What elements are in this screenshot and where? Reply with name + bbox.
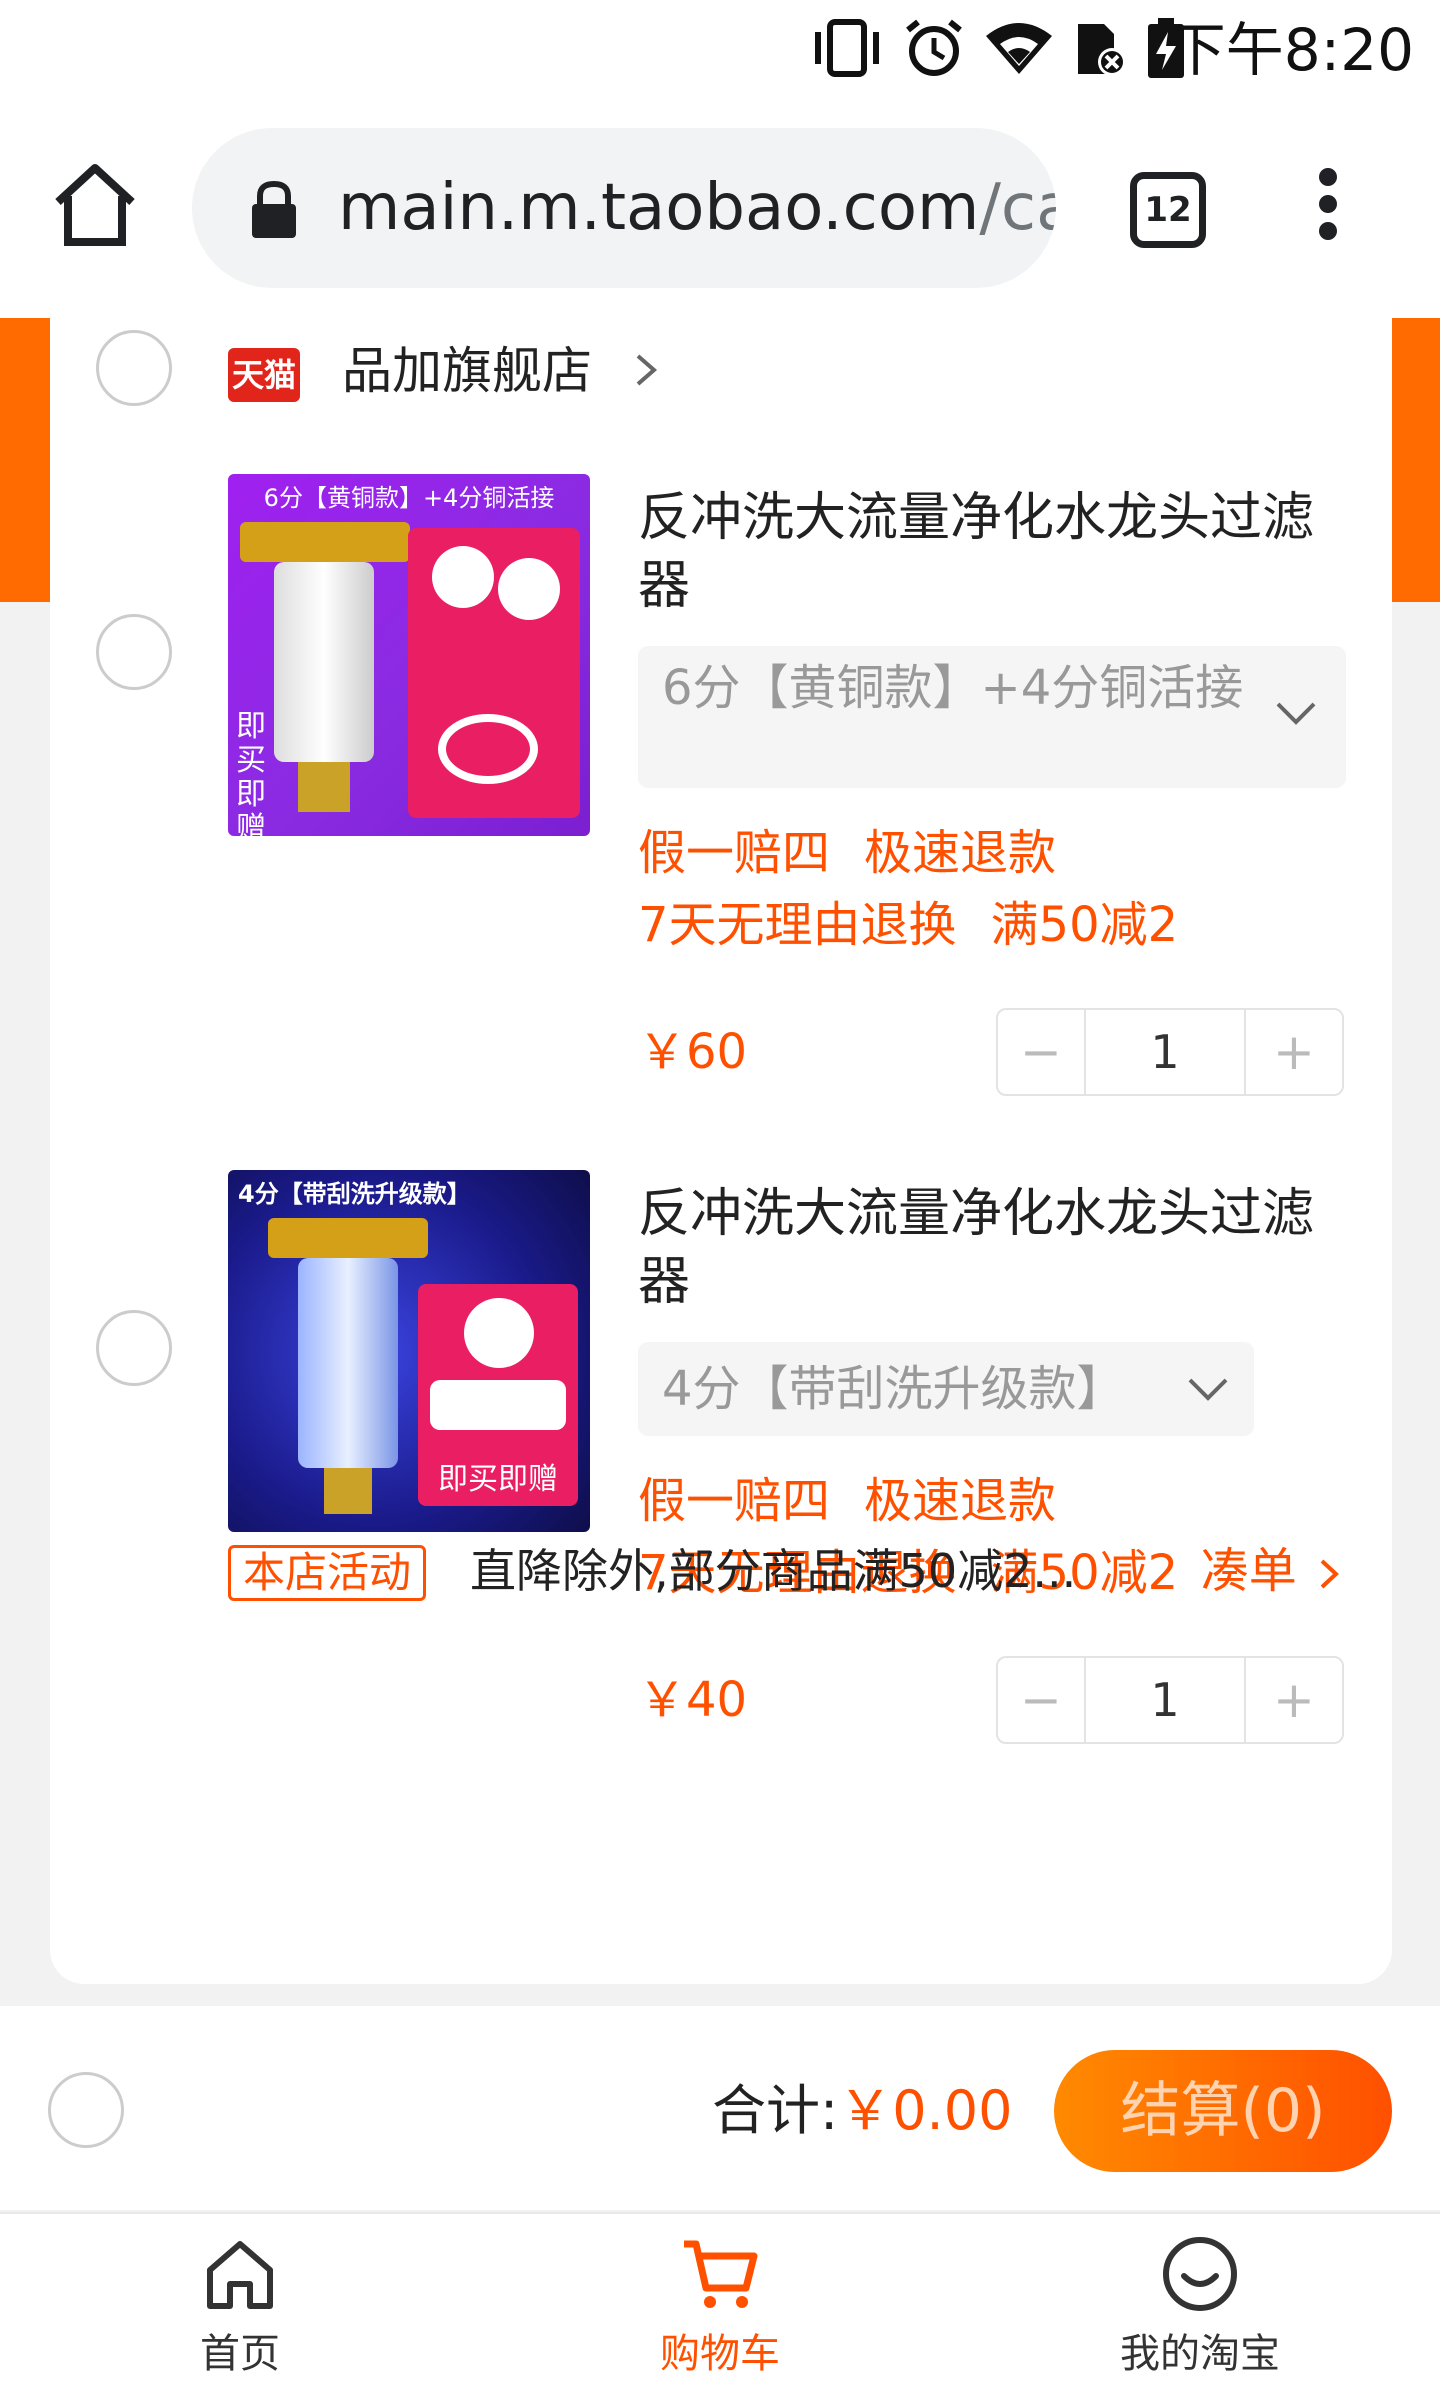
product-image[interactable]: 4分【带刮洗升级款】 即买即赠 (228, 1170, 590, 1532)
product-title[interactable]: 反冲洗大流量净化水龙头过滤器 (638, 1180, 1338, 1316)
nav-label: 首页 (200, 2331, 280, 2377)
image-gift-label: 即买即赠 (426, 1460, 570, 1500)
product-title[interactable]: 反冲洗大流量净化水龙头过滤器 (638, 484, 1338, 620)
quantity-stepper: − 1 + (996, 1008, 1344, 1096)
add-more-link[interactable]: 凑单 (1201, 1536, 1342, 1606)
tab-switcher-button[interactable]: 12 (1130, 172, 1206, 248)
service-tags: 假一赔四 极速退款 (638, 818, 1090, 888)
promo-text: 直降除外,部分商品满50减2... (470, 1544, 1077, 1598)
url-path: /car (979, 171, 1056, 245)
shop-select-radio[interactable] (96, 330, 172, 406)
quantity-stepper: − 1 + (996, 1656, 1344, 1744)
sku-selector[interactable]: 6分【黄铜款】+4分铜活接 (638, 646, 1346, 788)
wifi-icon (986, 23, 1052, 74)
filter-illustration (268, 1218, 428, 1518)
sku-text: 4分【带刮洗升级款】 (662, 1361, 1125, 1417)
more-menu-icon[interactable] (1310, 168, 1346, 248)
nav-label: 购物车 (660, 2331, 780, 2377)
product-price: ￥40 (638, 1672, 748, 1728)
alarm-icon (906, 19, 962, 76)
sku-text: 6分【黄铜款】+4分铜活接 (662, 660, 1244, 716)
product-image[interactable]: 6分【黄铜款】+4分铜活接 即买即赠 (228, 474, 590, 836)
total-label: 合计: (712, 2079, 839, 2142)
cart-icon (684, 2240, 758, 2308)
home-icon (207, 2241, 273, 2309)
smiley-icon (1163, 2237, 1237, 2311)
tag: 7天无理由退换 (638, 897, 957, 953)
lock-icon (252, 180, 296, 238)
increase-button[interactable]: + (1244, 1010, 1342, 1094)
home-icon[interactable] (50, 160, 140, 250)
chevron-down-icon (1276, 702, 1316, 725)
gift-panel (408, 528, 580, 818)
url-text: main.m.taobao.com/car (338, 168, 1056, 248)
decrease-button[interactable]: − (998, 1658, 1086, 1742)
quantity-value[interactable]: 1 (1086, 1010, 1244, 1094)
checkout-button[interactable]: 结算(0) (1054, 2050, 1392, 2172)
promo-badge: 本店活动 (228, 1545, 427, 1601)
chevron-right-icon (1320, 1559, 1339, 1589)
item-select-radio[interactable] (96, 614, 172, 690)
total: 合计:￥0.00 (712, 2076, 1012, 2146)
browser-toolbar: main.m.taobao.com/car 12 (0, 100, 1440, 318)
chevron-down-icon (1188, 1378, 1228, 1401)
add-more-label: 凑单 (1200, 1543, 1297, 1599)
tag: 极速退款 (864, 1473, 1057, 1529)
shop-cart-card: 天猫 品加旗舰店 6分【黄铜款】+4分铜活接 即买即赠 反冲洗大流量净化水龙头过… (50, 318, 1392, 1984)
chevron-right-icon (636, 354, 658, 386)
quantity-value[interactable]: 1 (1086, 1658, 1244, 1742)
status-bar: 下午8:20 (0, 0, 1440, 100)
select-all-radio[interactable] (48, 2072, 124, 2148)
service-tags: 7天无理由退换 满50减2 (638, 890, 1212, 960)
nav-cart[interactable]: 购物车 (570, 2214, 870, 2394)
bottom-nav: 首页 购物车 我的淘宝 (0, 2212, 1440, 2394)
service-tags: 假一赔四 极速退款 (638, 1466, 1090, 1536)
shop-name-link[interactable]: 品加旗舰店 (342, 334, 592, 408)
total-amount: ￥0.00 (838, 2079, 1013, 2142)
decrease-button[interactable]: − (998, 1010, 1086, 1094)
url-bar[interactable]: main.m.taobao.com/car (192, 128, 1056, 288)
vibrate-icon (815, 19, 879, 77)
image-gift-label: 即买即赠 (236, 709, 266, 837)
tag: 假一赔四 (638, 825, 831, 881)
checkout-bar: 合计:￥0.00 结算(0) (0, 2006, 1440, 2210)
image-caption: 4分【带刮洗升级款】 (238, 1180, 471, 1208)
sku-selector[interactable]: 4分【带刮洗升级款】 (638, 1342, 1254, 1436)
tag: 假一赔四 (638, 1473, 831, 1529)
nav-home[interactable]: 首页 (90, 2214, 390, 2394)
tmall-badge: 天猫 (228, 348, 300, 402)
item-select-radio[interactable] (96, 1310, 172, 1386)
nav-my-taobao[interactable]: 我的淘宝 (1050, 2214, 1350, 2394)
status-time: 下午8:20 (1167, 16, 1414, 84)
image-caption: 6分【黄铜款】+4分铜活接 (263, 484, 555, 512)
product-price: ￥60 (638, 1024, 748, 1080)
tag: 极速退款 (864, 825, 1057, 881)
increase-button[interactable]: + (1244, 1658, 1342, 1742)
sd-card-off-icon (1078, 24, 1126, 76)
url-host: main.m.taobao.com (338, 171, 980, 245)
nav-label: 我的淘宝 (1120, 2331, 1280, 2377)
tag: 满50减2 (990, 897, 1179, 953)
